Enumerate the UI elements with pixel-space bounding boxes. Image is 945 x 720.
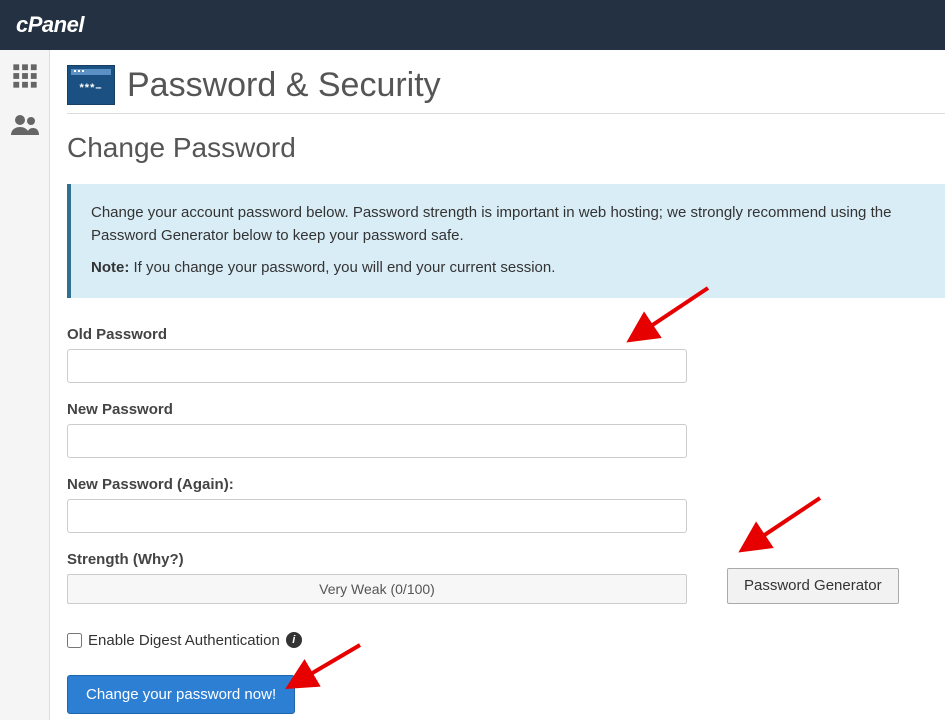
info-icon[interactable]: i <box>286 632 302 648</box>
section-title: Change Password <box>67 132 945 164</box>
alert-note-text: If you change your password, you will en… <box>134 259 556 276</box>
strength-label: Strength (Why?) <box>67 551 687 568</box>
old-password-input[interactable] <box>67 349 687 383</box>
sidebar <box>0 50 50 720</box>
old-password-label: Old Password <box>67 326 945 343</box>
brand-text: cPanel <box>16 12 84 37</box>
digest-auth-checkbox[interactable] <box>67 633 82 648</box>
top-header: cPanel <box>0 0 945 50</box>
cpanel-logo: cPanel <box>16 12 84 38</box>
new-password-input[interactable] <box>67 424 687 458</box>
old-password-group: Old Password <box>67 326 945 383</box>
strength-row: Strength (Why?) Very Weak (0/100) Passwo… <box>67 551 945 604</box>
page-title: Password & Security <box>127 66 441 105</box>
strength-meter: Very Weak (0/100) <box>67 574 687 604</box>
new-password-again-group: New Password (Again): <box>67 476 945 533</box>
main-content: ***– Password & Security Change Password… <box>55 50 945 714</box>
alert-note-label: Note: <box>91 259 129 276</box>
page-title-row: ***– Password & Security <box>67 65 945 105</box>
change-password-button[interactable]: Change your password now! <box>67 675 295 714</box>
divider <box>67 113 945 114</box>
users-icon[interactable] <box>10 113 40 142</box>
new-password-again-label: New Password (Again): <box>67 476 945 493</box>
digest-auth-row: Enable Digest Authentication i <box>67 632 945 649</box>
new-password-group: New Password <box>67 401 945 458</box>
info-alert: Change your account password below. Pass… <box>67 184 945 298</box>
password-page-icon: ***– <box>67 65 115 105</box>
strength-box: Strength (Why?) Very Weak (0/100) <box>67 551 687 604</box>
new-password-label: New Password <box>67 401 945 418</box>
alert-note: Note: If you change your password, you w… <box>91 257 925 280</box>
digest-auth-label: Enable Digest Authentication <box>88 632 280 649</box>
new-password-again-input[interactable] <box>67 499 687 533</box>
apps-grid-icon[interactable] <box>11 62 39 95</box>
password-generator-button[interactable]: Password Generator <box>727 568 899 604</box>
alert-text: Change your account password below. Pass… <box>91 202 925 247</box>
